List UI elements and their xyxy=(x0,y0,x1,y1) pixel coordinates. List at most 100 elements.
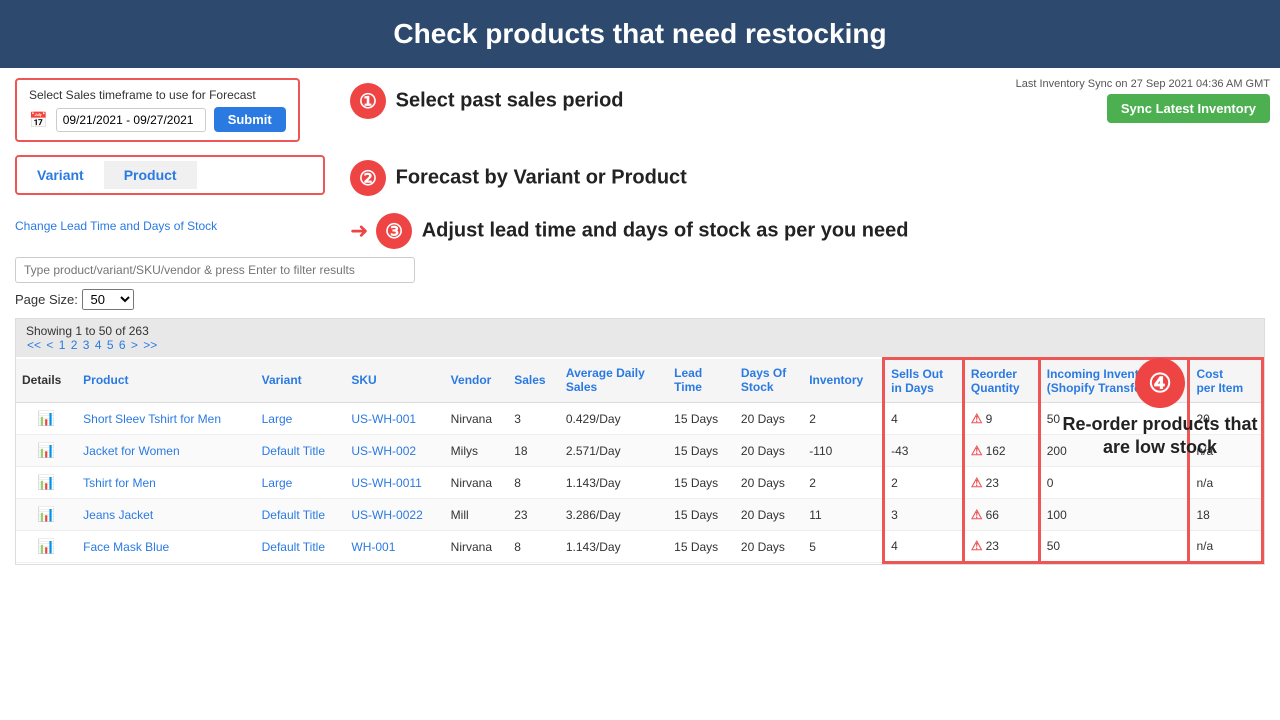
pagination-5[interactable]: 5 xyxy=(107,338,114,352)
cell-avg-daily: 1.143/Day xyxy=(560,467,668,499)
pagination-4[interactable]: 4 xyxy=(95,338,102,352)
col-avg-daily: Average DailySales xyxy=(560,359,668,403)
main-content: Last Inventory Sync on 27 Sep 2021 04:36… xyxy=(0,68,1280,575)
cell-details[interactable]: 📊 xyxy=(16,531,77,563)
reorder-badge: ⚠ 9 xyxy=(971,411,992,427)
warning-icon: ⚠ xyxy=(971,538,983,554)
submit-button[interactable]: Submit xyxy=(214,107,286,132)
cell-reorder-qty: ⚠ 66 xyxy=(963,499,1039,531)
cell-product: Tshirt for Men xyxy=(77,467,255,499)
cell-details[interactable]: 📊 xyxy=(16,403,77,435)
forecast-label: Select Sales timeframe to use for Foreca… xyxy=(29,88,286,102)
cell-sales: 8 xyxy=(508,467,560,499)
cell-inventory: -110 xyxy=(803,435,883,467)
warning-icon: ⚠ xyxy=(971,411,983,427)
step1-label: Select past sales period xyxy=(396,90,624,112)
variant-link[interactable]: Default Title xyxy=(262,508,325,522)
cell-lead-time: 15 Days xyxy=(668,403,735,435)
cell-variant: Default Title xyxy=(256,435,346,467)
cell-sells-out: 4 xyxy=(884,403,964,435)
step3-label: Adjust lead time and days of stock as pe… xyxy=(422,220,909,242)
pagination-last[interactable]: >> xyxy=(143,338,157,352)
sku-link[interactable]: US-WH-0022 xyxy=(351,508,422,522)
table-info: Showing 1 to 50 of 263 << < 1 2 3 4 5 6 … xyxy=(16,319,1264,357)
product-link[interactable]: Tshirt for Men xyxy=(83,476,156,490)
tab-product[interactable]: Product xyxy=(104,161,197,189)
pagination-6[interactable]: 6 xyxy=(119,338,126,352)
col-details: Details xyxy=(16,359,77,403)
chart-icon[interactable]: 📊 xyxy=(38,442,55,458)
product-link[interactable]: Jeans Jacket xyxy=(83,508,153,522)
cell-sells-out: 2 xyxy=(884,467,964,499)
cell-lead-time: 15 Days xyxy=(668,531,735,563)
cell-cost: n/a xyxy=(1189,467,1263,499)
lead-time-link[interactable]: Change Lead Time and Days of Stock xyxy=(15,219,335,233)
page-size-row: Page Size: 10 25 50 100 xyxy=(15,289,1265,310)
pagination-first[interactable]: << xyxy=(27,338,41,352)
cell-days-stock: 20 Days xyxy=(735,435,803,467)
date-range-input[interactable] xyxy=(56,108,206,132)
chart-icon[interactable]: 📊 xyxy=(38,538,55,554)
variant-link[interactable]: Default Title xyxy=(262,444,325,458)
cell-reorder-qty: ⚠ 9 xyxy=(963,403,1039,435)
cell-sales: 3 xyxy=(508,403,560,435)
cell-avg-daily: 3.286/Day xyxy=(560,499,668,531)
warning-icon: ⚠ xyxy=(971,443,983,459)
table-row: 📊 Face Mask Blue Default Title WH-001 Ni… xyxy=(16,531,1263,563)
cell-product: Jacket for Women xyxy=(77,435,255,467)
chart-icon[interactable]: 📊 xyxy=(38,474,55,490)
cell-lead-time: 15 Days xyxy=(668,435,735,467)
variant-link[interactable]: Large xyxy=(262,476,293,490)
pagination-next[interactable]: > xyxy=(131,338,138,352)
col-inventory: Inventory xyxy=(803,359,883,403)
cell-avg-daily: 1.143/Day xyxy=(560,531,668,563)
col-sales: Sales xyxy=(508,359,560,403)
cell-vendor: Milys xyxy=(445,435,509,467)
cell-sells-out: -43 xyxy=(884,435,964,467)
sku-link[interactable]: US-WH-002 xyxy=(351,444,416,458)
cell-variant: Default Title xyxy=(256,499,346,531)
pagination-2[interactable]: 2 xyxy=(71,338,78,352)
tab-variant[interactable]: Variant xyxy=(17,161,104,189)
table-row: 📊 Jeans Jacket Default Title US-WH-0022 … xyxy=(16,499,1263,531)
sku-link[interactable]: WH-001 xyxy=(351,540,395,554)
cell-details[interactable]: 📊 xyxy=(16,435,77,467)
step1-left: Select Sales timeframe to use for Foreca… xyxy=(15,78,335,150)
cell-variant: Large xyxy=(256,467,346,499)
cell-sales: 23 xyxy=(508,499,560,531)
showing-count: Showing 1 to 50 of 263 xyxy=(26,324,149,338)
sku-link[interactable]: US-WH-0011 xyxy=(351,476,421,490)
cell-lead-time: 15 Days xyxy=(668,499,735,531)
tabs-box: Variant Product xyxy=(15,155,325,195)
product-link[interactable]: Face Mask Blue xyxy=(83,540,169,554)
page-size-select[interactable]: 10 25 50 100 xyxy=(82,289,134,310)
cell-sales: 8 xyxy=(508,531,560,563)
col-vendor: Vendor xyxy=(445,359,509,403)
date-range-box: Select Sales timeframe to use for Foreca… xyxy=(15,78,300,142)
sku-link[interactable]: US-WH-001 xyxy=(351,412,416,426)
product-link[interactable]: Jacket for Women xyxy=(83,444,179,458)
col-reorder-qty: ReorderQuantity xyxy=(963,359,1039,403)
cell-inventory: 11 xyxy=(803,499,883,531)
warning-icon: ⚠ xyxy=(971,475,983,491)
cell-vendor: Nirvana xyxy=(445,467,509,499)
chart-icon[interactable]: 📊 xyxy=(38,410,55,426)
filter-input[interactable] xyxy=(15,257,415,283)
chart-icon[interactable]: 📊 xyxy=(38,506,55,522)
cell-details[interactable]: 📊 xyxy=(16,499,77,531)
cell-incoming: 100 xyxy=(1039,499,1189,531)
step2-annotation: ② Forecast by Variant or Product xyxy=(335,155,687,196)
pagination-1[interactable]: 1 xyxy=(59,338,66,352)
step4-circle: ④ xyxy=(1135,358,1185,408)
variant-link[interactable]: Large xyxy=(262,412,293,426)
product-link[interactable]: Short Sleev Tshirt for Men xyxy=(83,412,221,426)
pagination-3[interactable]: 3 xyxy=(83,338,90,352)
step3-row: Change Lead Time and Days of Stock ➜ ③ A… xyxy=(15,208,1265,249)
pagination-prev[interactable]: < xyxy=(46,338,53,352)
variant-link[interactable]: Default Title xyxy=(262,540,325,554)
step4-box: ④ Re-order products that are low stock xyxy=(1050,358,1270,460)
table-row: 📊 Tshirt for Men Large US-WH-0011 Nirvan… xyxy=(16,467,1263,499)
cell-vendor: Nirvana xyxy=(445,403,509,435)
cell-sells-out: 3 xyxy=(884,499,964,531)
cell-details[interactable]: 📊 xyxy=(16,467,77,499)
